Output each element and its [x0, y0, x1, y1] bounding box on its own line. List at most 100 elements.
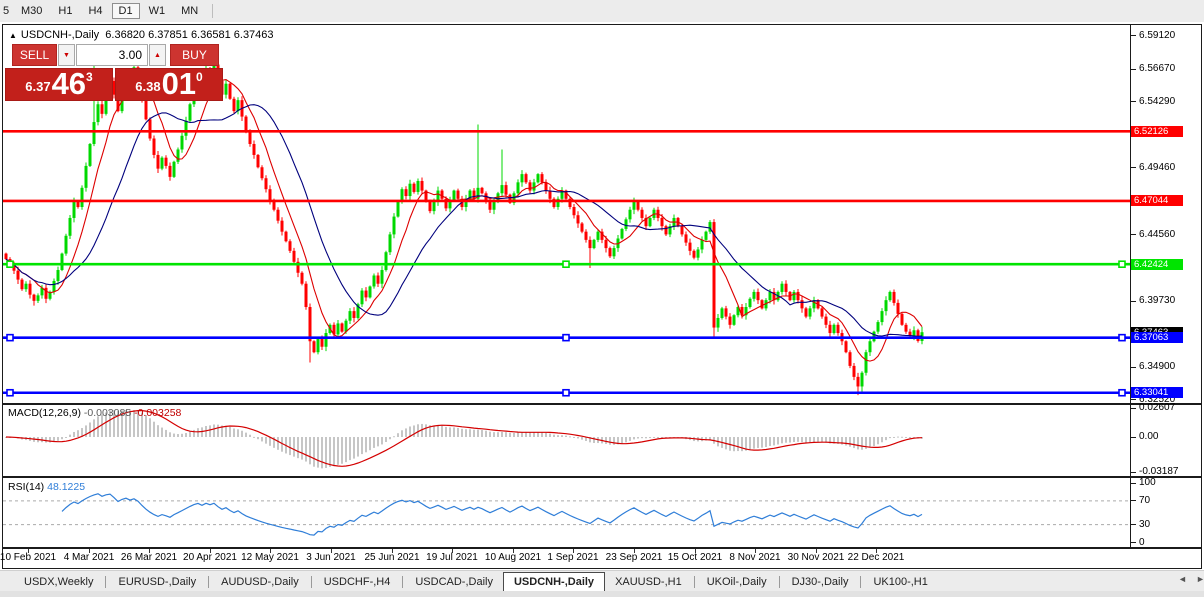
- price-axis-border: [1130, 25, 1131, 548]
- tab-scroll-right-icon[interactable]: ►: [1196, 574, 1204, 584]
- spinner-down-icon: ▼: [63, 51, 70, 59]
- candles-layer: [4, 55, 924, 396]
- timeframe-button-m30[interactable]: M30: [14, 3, 49, 19]
- price-axis-tick-label: 6.59120: [1139, 29, 1176, 41]
- line-handle[interactable]: [1118, 333, 1126, 342]
- line-handle[interactable]: [1118, 260, 1126, 269]
- timeframe-button-h4[interactable]: H4: [81, 3, 109, 19]
- price-axis-tickmark: [1131, 399, 1136, 401]
- buy-price-prefix: 6.38: [135, 79, 161, 94]
- line-handle[interactable]: [562, 260, 570, 269]
- horizontal-line-6.33041[interactable]: [3, 388, 1130, 397]
- buy-button[interactable]: BUY: [170, 44, 219, 66]
- tab-divider: [402, 575, 404, 588]
- price-axis-tick-label: 6.49460: [1139, 161, 1176, 173]
- chart-tab-bar: USDX,Weekly EURUSD-,Daily AUDUSD-,Daily …: [0, 570, 1204, 592]
- buy-price-box[interactable]: 6.38 01 0: [115, 68, 223, 101]
- rsi-axis-tickmark: [1131, 482, 1136, 484]
- line-handle[interactable]: [6, 388, 14, 397]
- sell-price-big: 46: [51, 66, 87, 101]
- tab-xauusd-h1[interactable]: XAUUSD-,H1: [605, 574, 692, 590]
- volume-increase-button[interactable]: ▲: [149, 44, 166, 66]
- sell-button[interactable]: SELL: [12, 44, 57, 66]
- rsi-axis-tick-label: 0: [1139, 536, 1145, 548]
- tab-ukoil-daily[interactable]: UKOil-,Daily: [697, 574, 777, 590]
- horizontal-line-6.37063[interactable]: [3, 333, 1130, 342]
- price-axis-tickmark: [1131, 300, 1136, 302]
- price-label-chip: 6.42424: [1131, 258, 1183, 270]
- tab-eurusd-daily[interactable]: EURUSD-,Daily: [108, 574, 206, 590]
- ohlc-low: 6.36581: [190, 29, 231, 41]
- sell-price-box[interactable]: 6.37 46 3: [5, 68, 113, 101]
- sell-price-prefix: 6.37: [25, 79, 51, 94]
- price-label-chip: 6.33041: [1131, 387, 1183, 399]
- ohlc-close: 6.37463: [233, 29, 274, 41]
- status-strip: [0, 591, 1204, 597]
- tab-usdcad-daily[interactable]: USDCAD-,Daily: [405, 574, 503, 590]
- macd-axis-tick-label: -0.03187: [1139, 466, 1179, 478]
- tab-divider: [860, 575, 862, 588]
- timeframe-button-h1[interactable]: H1: [51, 3, 79, 19]
- line-handle[interactable]: [1118, 388, 1126, 397]
- tab-uk100-h1[interactable]: UK100-,H1: [863, 574, 937, 590]
- collapse-icon[interactable]: ▲: [9, 31, 17, 40]
- price-axis-tick-label: 6.44560: [1139, 228, 1176, 240]
- price-axis-tickmark: [1131, 35, 1136, 36]
- line-handle[interactable]: [6, 333, 14, 342]
- volume-decrease-button[interactable]: ▼: [58, 44, 75, 66]
- tab-audusd-daily[interactable]: AUDUSD-,Daily: [211, 574, 309, 590]
- tab-usdchf-h4[interactable]: USDCHF-,H4: [314, 574, 401, 590]
- spinner-up-icon: ▲: [154, 51, 161, 59]
- macd-panel-separator[interactable]: [2, 403, 1202, 405]
- tab-divider: [693, 575, 695, 588]
- price-axis-tick-label: 6.39730: [1139, 295, 1176, 307]
- rsi-axis-tick-label: 30: [1139, 518, 1151, 530]
- line-handle[interactable]: [562, 388, 570, 397]
- tab-divider: [105, 575, 107, 588]
- price-axis-tick-label: 6.56670: [1139, 63, 1176, 75]
- rsi-line: [61, 493, 923, 536]
- price-axis-tickmark: [1131, 68, 1136, 70]
- rsi-panel-separator[interactable]: [2, 476, 1202, 478]
- tab-dj30-daily[interactable]: DJ30-,Daily: [782, 574, 859, 590]
- rsi-axis-tickmark: [1131, 542, 1136, 543]
- macd-axis-tickmark: [1131, 471, 1136, 473]
- overlay-ma-slow: [5, 104, 923, 337]
- tab-usdcnh-daily-active[interactable]: USDCNH-,Daily: [502, 571, 606, 592]
- rsi-axis-tickmark: [1131, 524, 1136, 526]
- price-axis-tick-label: 6.34900: [1139, 361, 1176, 373]
- price-label-chip: 6.37063: [1131, 332, 1183, 344]
- tab-scroll-left-icon[interactable]: ◄: [1178, 574, 1187, 584]
- tab-divider: [310, 575, 312, 588]
- horizontal-line-6.42424[interactable]: [3, 260, 1130, 269]
- timeframe-button-d1[interactable]: D1: [111, 3, 140, 19]
- macd-axis-tick-label: 0.02607: [1139, 402, 1176, 414]
- overlay-ma-fast: [5, 79, 923, 362]
- ohlc-open: 6.36820: [105, 29, 146, 41]
- price-label-chip: 6.52126: [1131, 125, 1183, 137]
- date-axis-tick-label: 22 Dec 2021: [847, 552, 905, 563]
- timeframe-button-m15-partial[interactable]: 5: [1, 3, 12, 19]
- timeframe-button-mn[interactable]: MN: [174, 3, 205, 19]
- macd-label: MACD(12,26,9) -0.003085 -0.003258: [8, 407, 181, 419]
- rsi-label: RSI(14) 48.1225: [8, 481, 85, 493]
- volume-input[interactable]: [76, 44, 148, 66]
- rsi-axis-tick-label: 100: [1139, 477, 1156, 488]
- buy-price-big: 01: [161, 66, 197, 101]
- chart-canvas: [3, 55, 1130, 536]
- toolbar-separator: [212, 4, 214, 18]
- price-axis-tickmark: [1131, 167, 1136, 169]
- rsi-name: RSI(14): [8, 481, 45, 493]
- rsi-value: 48.1225: [47, 481, 86, 493]
- timeframe-toolbar: 5 M30 H1 H4 D1 W1 MN: [0, 0, 1204, 22]
- macd-axis-tickmark: [1131, 407, 1136, 409]
- buy-price-pip: 0: [196, 70, 203, 84]
- chart-symbol-period: USDCNH-,Daily: [20, 29, 100, 41]
- ohlc-high: 6.37851: [148, 29, 188, 41]
- line-handle[interactable]: [6, 260, 14, 269]
- rsi-axis-tickmark: [1131, 500, 1136, 502]
- tab-usdx-weekly[interactable]: USDX,Weekly: [14, 574, 103, 590]
- line-handle[interactable]: [562, 333, 570, 342]
- timeframe-button-w1[interactable]: W1: [142, 3, 173, 19]
- macd-axis-tickmark: [1131, 436, 1136, 438]
